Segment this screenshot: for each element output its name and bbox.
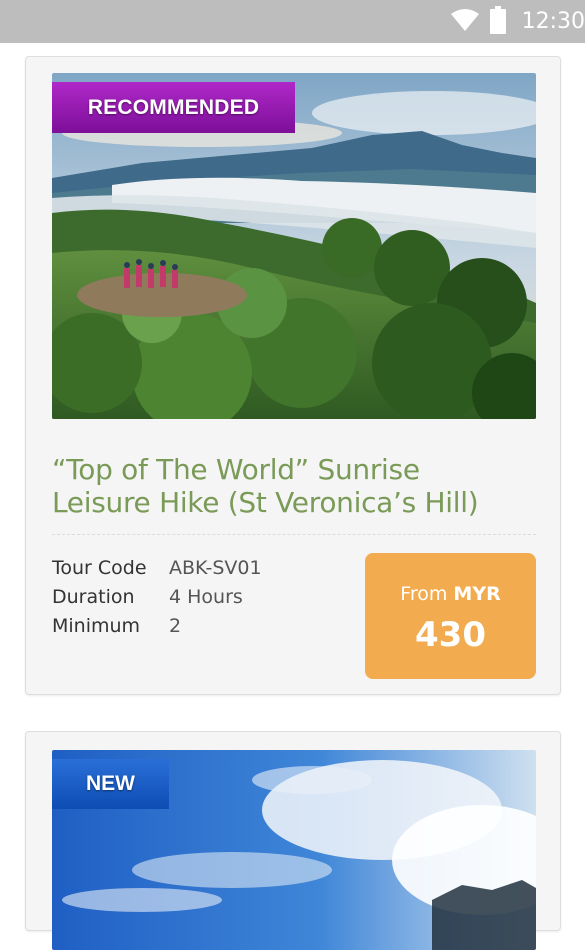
tour-title[interactable]: “Top of The World” Sunrise Leisure Hike …	[52, 453, 532, 519]
wifi-icon	[450, 8, 480, 36]
detail-value: 4 Hours	[169, 586, 243, 608]
price-amount: 430	[415, 615, 486, 655]
tour-title-line[interactable]: “Top of The World” Sunrise	[52, 453, 532, 486]
detail-row-duration: Duration 4 Hours	[52, 583, 262, 612]
recommended-badge: RECOMMENDED	[52, 82, 295, 133]
tour-title-line[interactable]: Leisure Hike (St Veronica’s Hill)	[52, 486, 532, 519]
detail-value: 2	[169, 615, 182, 637]
status-bar: 12:30	[0, 0, 585, 43]
new-badge: NEW	[52, 759, 169, 809]
detail-row-tour-code: Tour Code ABK-SV01	[52, 554, 262, 583]
tour-photo[interactable]: NEW	[52, 750, 536, 950]
detail-label: Minimum	[52, 615, 141, 637]
status-time: 12:30	[521, 9, 585, 34]
detail-label: Tour Code	[52, 557, 147, 579]
detail-value: ABK-SV01	[169, 557, 262, 579]
battery-icon	[489, 5, 506, 38]
detail-row-minimum: Minimum 2	[52, 612, 262, 641]
tour-card[interactable]: RECOMMENDED “Top of The World” Sunrise L…	[25, 56, 561, 695]
price-from: From MYR	[365, 583, 536, 605]
price-from-label: From	[400, 583, 448, 605]
detail-label: Duration	[52, 586, 135, 608]
tour-details: Tour Code ABK-SV01 Duration 4 Hours Mini…	[52, 554, 262, 641]
divider	[52, 534, 536, 535]
price-currency: MYR	[453, 583, 501, 605]
tour-photo[interactable]: RECOMMENDED	[52, 73, 536, 419]
price-box[interactable]: From MYR 430	[365, 553, 536, 679]
tour-card[interactable]: NEW	[25, 731, 561, 950]
